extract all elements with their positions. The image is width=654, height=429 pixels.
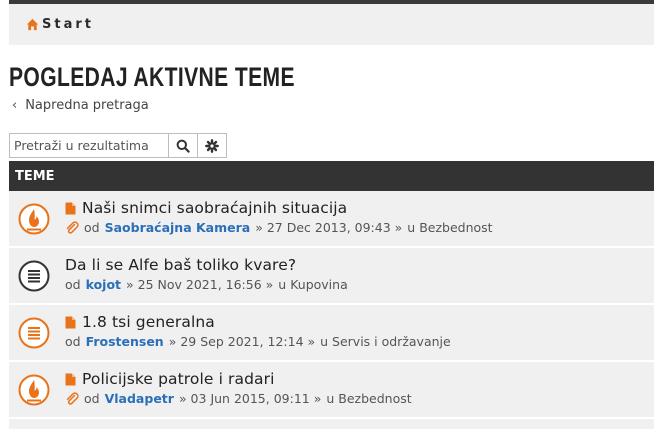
topic-row[interactable] <box>9 419 654 429</box>
nav-start-label: Start <box>42 16 94 32</box>
topic-author[interactable]: kojot <box>86 277 121 292</box>
topic-row[interactable]: 1.8 tsi generalna od Frostensen » 29 Sep… <box>9 305 654 362</box>
topic-title[interactable]: Naši snimci saobraćajnih situacija <box>82 199 347 217</box>
file-icon <box>65 202 76 214</box>
hot-topic-icon <box>18 203 50 235</box>
topic-forum[interactable]: u Bezbednost <box>326 391 411 406</box>
topic-author[interactable]: Frostensen <box>86 334 164 349</box>
topic-row[interactable]: Policijske patrole i radari od Vladapetr… <box>9 362 654 419</box>
topic-list: Naši snimci saobraćajnih situacija od Sa… <box>9 191 654 429</box>
topic-forum[interactable]: u Servis i održavanje <box>320 334 451 349</box>
topic-forum[interactable]: u Kupovina <box>278 277 347 292</box>
search-box <box>9 133 227 158</box>
search-button[interactable] <box>169 133 198 158</box>
search-icon <box>176 139 190 153</box>
topic-author[interactable]: Vladapetr <box>105 391 174 406</box>
topic-date: » 03 Jun 2015, 09:11 » <box>178 391 322 406</box>
meta-by: od <box>65 334 81 349</box>
meta-by: od <box>65 277 81 292</box>
nav-start-link[interactable]: Start <box>26 15 94 33</box>
topics-header-label: TEME <box>15 169 55 184</box>
topic-date: » 29 Sep 2021, 12:14 » <box>168 334 316 349</box>
topic-date: » 27 Dec 2013, 09:43 » <box>255 220 403 235</box>
topic-date: » 25 Nov 2021, 16:56 » <box>126 277 274 292</box>
advanced-search-link[interactable]: ‹ Napredna pretraga <box>12 98 149 113</box>
topics-table-header: TEME <box>9 161 654 191</box>
topic-title[interactable]: Policijske patrole i radari <box>82 370 275 388</box>
read-topic-icon <box>18 260 50 292</box>
chevron-left-icon: ‹ <box>12 98 18 113</box>
navbar: Start <box>9 4 654 45</box>
paperclip-icon <box>66 220 79 234</box>
search-input[interactable] <box>9 133 169 158</box>
gear-icon <box>205 138 219 153</box>
hot-topic-icon <box>18 374 50 406</box>
page-title: POGLEDAJ AKTIVNE TEME <box>9 62 295 92</box>
home-icon <box>26 18 39 30</box>
unread-topic-icon <box>18 317 50 349</box>
advanced-search-button[interactable] <box>198 133 227 158</box>
paperclip-icon <box>66 391 79 405</box>
meta-by: od <box>84 391 100 406</box>
topic-row[interactable]: Da li se Alfe baš toliko kvare? od kojot… <box>9 248 654 305</box>
topic-row[interactable]: Naši snimci saobraćajnih situacija od Sa… <box>9 191 654 248</box>
advanced-search-label: Napredna pretraga <box>25 98 149 113</box>
topic-title[interactable]: Da li se Alfe baš toliko kvare? <box>65 256 296 274</box>
topic-author[interactable]: Saobraćajna Kamera <box>105 220 251 235</box>
meta-by: od <box>84 220 100 235</box>
file-icon <box>65 316 76 328</box>
file-icon <box>65 373 76 385</box>
topic-title[interactable]: 1.8 tsi generalna <box>82 313 215 331</box>
topic-forum[interactable]: u Bezbednost <box>407 220 492 235</box>
